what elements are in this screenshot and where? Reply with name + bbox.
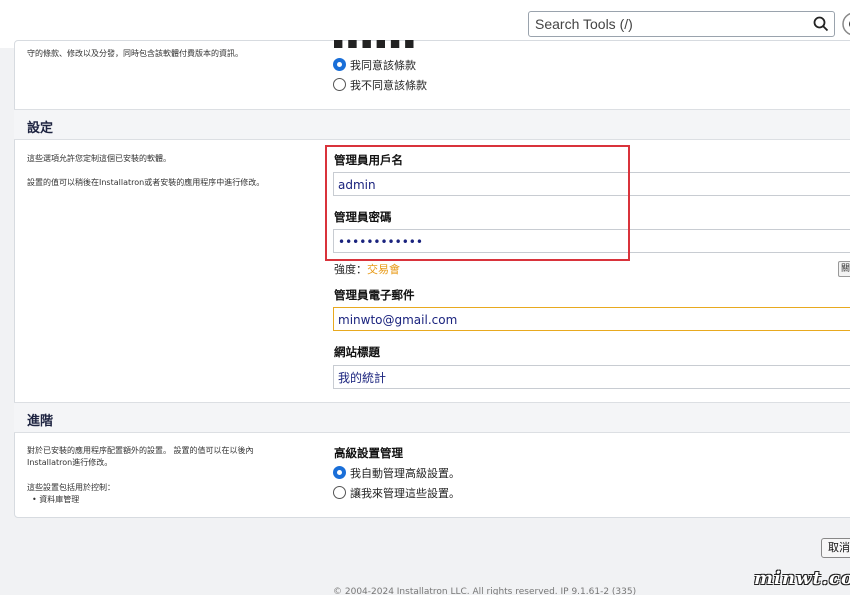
advanced-section-title: 進階 — [27, 414, 54, 429]
radio-manual-manage[interactable] — [333, 486, 346, 499]
site-title-label: 網站標題 — [334, 345, 380, 359]
search-box[interactable] — [528, 11, 835, 37]
search-icon[interactable] — [813, 16, 829, 32]
settings-section-title: 設定 — [27, 121, 54, 136]
radio-auto-manage[interactable] — [333, 466, 346, 479]
password-strength-value: 交易會 — [367, 263, 400, 276]
admin-email-label: 管理員電子郵件 — [334, 288, 415, 302]
admin-email-field[interactable] — [333, 307, 850, 331]
cancel-button[interactable]: 取消 — [821, 538, 850, 558]
password-strength-label: 強度： — [334, 263, 367, 276]
license-clipped-heading: ■ ■ ■ ■ ■ ■ — [333, 40, 415, 48]
advanced-manage-label: 高級設置管理 — [334, 446, 403, 460]
advanced-description-1: 對於已安裝的應用程序配置額外的設置。 設置的值可以在以後內 — [27, 446, 254, 455]
radio-disagree[interactable] — [333, 78, 346, 91]
advanced-description-3: 這些設置包括用於控制： — [27, 483, 115, 492]
search-input[interactable] — [535, 14, 805, 34]
settings-description-2: 設置的值可以稍後在Installatron或者安裝的應用程序中進行修改。 — [27, 178, 265, 187]
generate-password-button[interactable]: 關 — [838, 261, 850, 277]
radio-disagree-label: 我不同意該條款 — [350, 79, 427, 92]
radio-auto-manage-label: 我自動管理高級設置。 — [350, 467, 460, 480]
radio-agree-label: 我同意該條款 — [350, 59, 416, 72]
menu-icon[interactable] — [840, 10, 850, 38]
license-description: 守的條款、修改以及分發，同時包含該軟體付費版本的資訊。 — [27, 49, 243, 58]
settings-section-header: 設定 — [14, 109, 850, 140]
site-title-input[interactable] — [338, 369, 838, 386]
radio-agree[interactable] — [333, 58, 346, 71]
settings-description-1: 這些選項允許您定制這個已安裝的軟體。 — [27, 154, 171, 163]
watermark-logo: minwt.com — [754, 568, 850, 589]
advanced-description-4: • 資料庫管理 — [32, 495, 80, 504]
radio-manual-manage-label: 讓我來管理這些設置。 — [350, 487, 460, 500]
advanced-description-2: Installatron進行修改。 — [27, 458, 113, 467]
admin-credentials-highlight — [325, 145, 630, 261]
password-strength: 強度：交易會 — [334, 261, 400, 277]
advanced-section-header: 進階 — [14, 402, 850, 433]
admin-email-input[interactable] — [338, 311, 838, 328]
footer-copyright: © 2004-2024 Installatron LLC. All rights… — [333, 587, 637, 595]
site-title-field[interactable] — [333, 365, 850, 389]
